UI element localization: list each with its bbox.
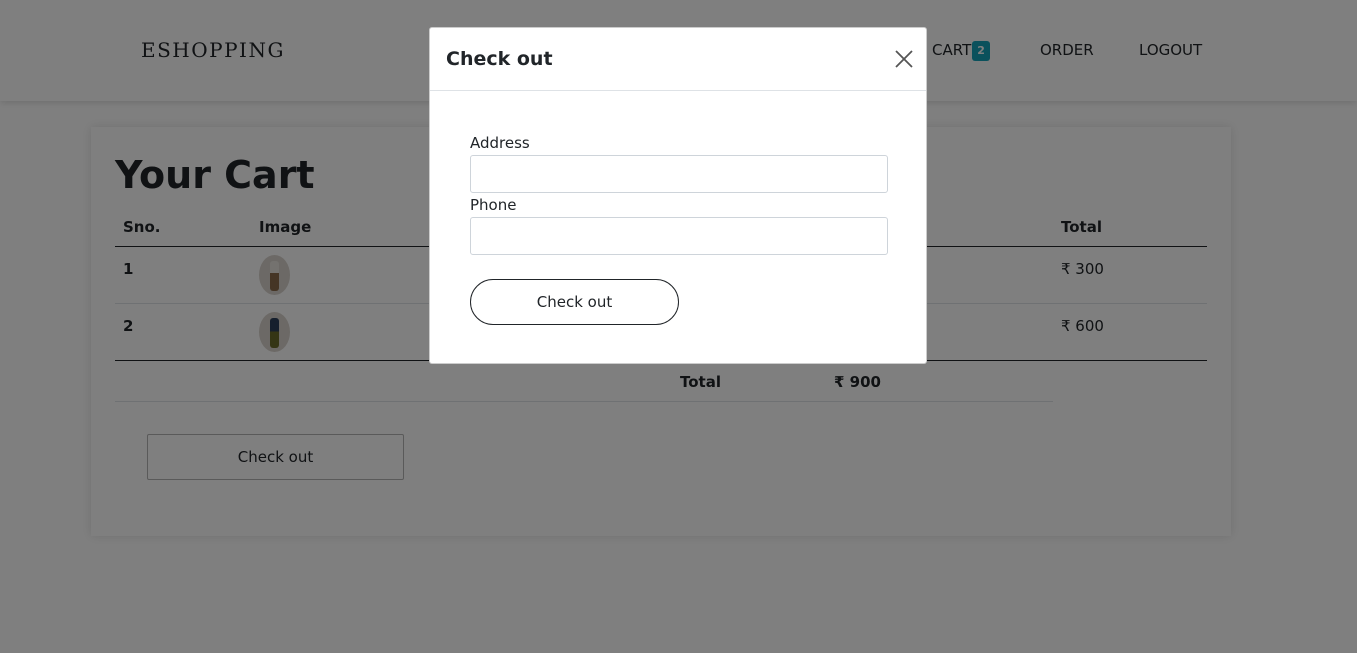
modal-header: Check out <box>430 28 926 91</box>
close-icon[interactable] <box>893 48 915 70</box>
modal-title: Check out <box>446 48 553 70</box>
phone-label: Phone <box>470 196 517 214</box>
checkout-modal: Check out Address Phone Check out <box>429 27 927 364</box>
address-input[interactable] <box>470 155 888 193</box>
address-label: Address <box>470 134 530 152</box>
phone-input[interactable] <box>470 217 888 255</box>
modal-checkout-button[interactable]: Check out <box>470 279 679 325</box>
